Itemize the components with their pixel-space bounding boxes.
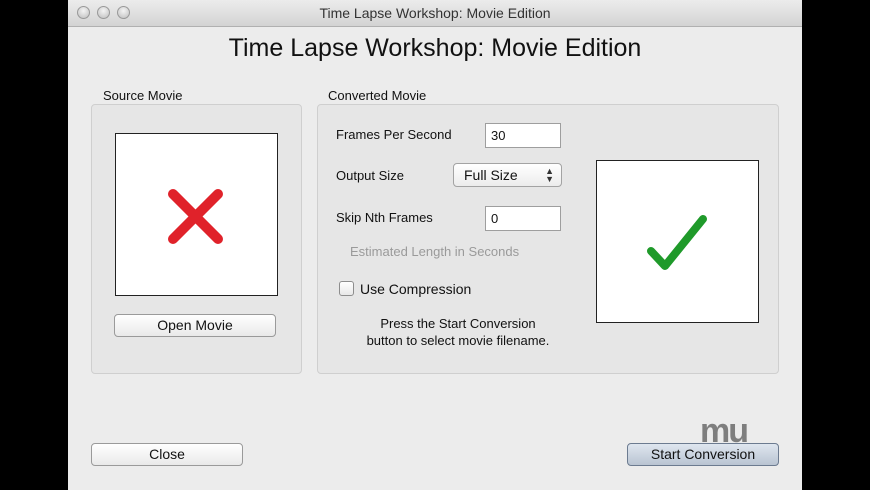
converted-movie-group: Frames Per Second 30 Output Size Full Si… [317,104,779,374]
output-size-label: Output Size [336,168,404,183]
use-compression-label[interactable]: Use Compression [360,281,471,297]
output-size-popup[interactable]: Full Size ▲ ▼ [453,163,562,187]
green-check-icon [647,215,707,270]
hint-line-2: button to select movie filename. [366,333,550,348]
fps-label: Frames Per Second [336,127,452,142]
title-bar[interactable]: Time Lapse Workshop: Movie Edition [68,0,802,27]
source-preview-well [115,133,278,296]
conversion-hint: Press the Start Conversion button to sel… [328,315,588,349]
app-window: Time Lapse Workshop: Movie Edition Time … [68,0,802,490]
skip-frames-label: Skip Nth Frames [336,210,433,225]
fps-field[interactable]: 30 [485,123,561,148]
hint-line-1: Press the Start Conversion [380,316,536,331]
output-size-value: Full Size [464,167,518,183]
red-x-icon [168,189,223,244]
converted-movie-label: Converted Movie [328,88,427,103]
source-movie-label: Source Movie [103,88,183,103]
skip-frames-field[interactable]: 0 [485,206,561,231]
close-button[interactable]: Close [91,443,243,466]
page-title: Time Lapse Workshop: Movie Edition [228,34,642,62]
estimated-length-label: Estimated Length in Seconds [350,244,520,259]
open-movie-button[interactable]: Open Movie [114,314,276,337]
converted-preview-well [596,160,759,323]
watermark-text: mu [700,412,749,450]
macupdate-logo-icon: mu [700,412,749,451]
use-compression-checkbox[interactable] [339,281,354,296]
window-title: Time Lapse Workshop: Movie Edition [319,5,551,21]
popup-arrows-icon: ▲ ▼ [545,166,554,184]
source-movie-group: Open Movie [91,104,302,374]
